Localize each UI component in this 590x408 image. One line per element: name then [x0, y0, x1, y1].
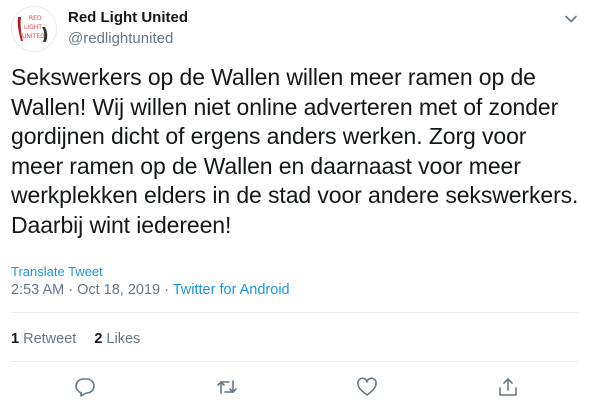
retweets-count: 1 [11, 331, 20, 347]
tweet-text: Sekswerkers op de Wallen willen meer ram… [11, 64, 579, 238]
like-icon[interactable] [356, 376, 378, 398]
retweets-label: Retweet [23, 331, 77, 347]
tweet-meta: 2:53 AM · Oct 18, 2019 · Twitter for And… [11, 282, 290, 298]
likes-label: Likes [106, 331, 141, 347]
translate-tweet-link[interactable]: Translate Tweet [11, 264, 103, 279]
chevron-down-icon[interactable] [564, 12, 578, 26]
reply-icon[interactable] [74, 376, 96, 398]
retweet-icon[interactable] [216, 376, 238, 398]
divider-top [11, 312, 579, 313]
tweet-date[interactable]: Oct 18, 2019 [77, 282, 160, 298]
tweet-time[interactable]: 2:53 AM [11, 282, 64, 298]
likes-count: 2 [94, 331, 103, 347]
avatar-text-light: LIGHT [24, 24, 42, 31]
meta-separator-2: · [160, 282, 173, 298]
red-light-united-logo: RED LIGHT UNITED [12, 7, 56, 51]
handle[interactable]: @redlightunited [68, 29, 188, 48]
retweets-stat[interactable]: 1 Retweet [11, 331, 76, 347]
avatar-text-united: UNITED [22, 33, 45, 40]
divider-bottom [11, 361, 579, 362]
likes-stat[interactable]: 2 Likes [94, 331, 140, 347]
tweet: RED LIGHT UNITED Red Light United @redli… [0, 0, 590, 408]
avatar[interactable]: RED LIGHT UNITED [11, 6, 57, 52]
display-name[interactable]: Red Light United [68, 8, 188, 27]
tweet-stats: 1 Retweet 2 Likes [11, 331, 140, 347]
author-block: Red Light United @redlightunited [68, 8, 188, 48]
action-bar [0, 372, 590, 402]
share-icon[interactable] [497, 376, 519, 398]
tweet-source[interactable]: Twitter for Android [173, 282, 290, 298]
meta-separator: · [64, 282, 78, 298]
avatar-text-red: RED [29, 15, 42, 22]
